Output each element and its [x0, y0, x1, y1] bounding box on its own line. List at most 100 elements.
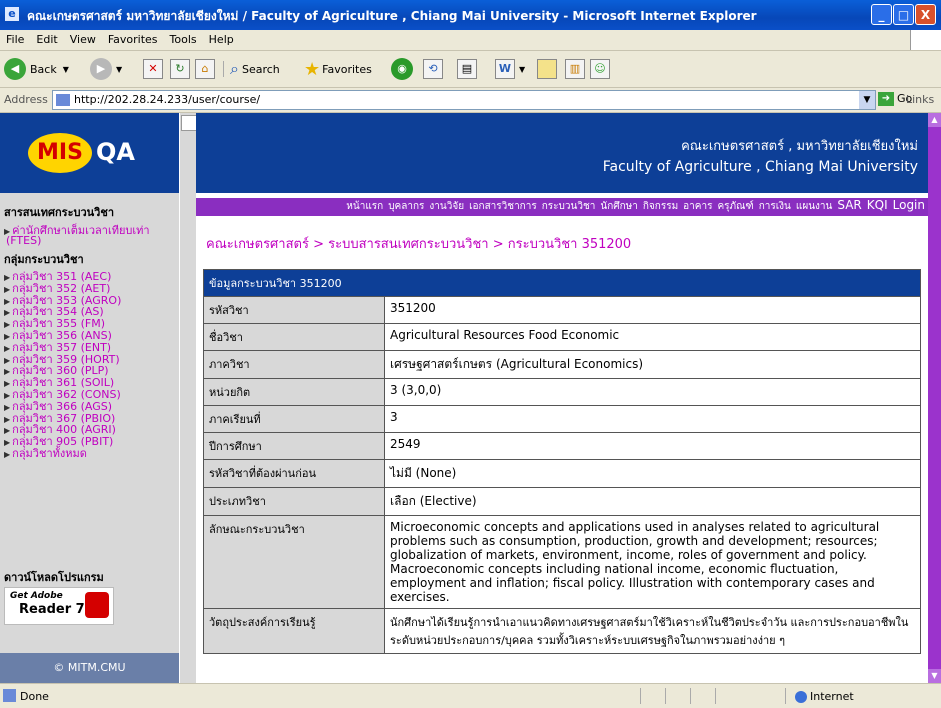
- adobe-reader-badge[interactable]: Get Adobe Reader 7.0: [4, 587, 114, 625]
- forward-dropdown-icon[interactable]: ▼: [116, 65, 122, 74]
- search-label: Search: [241, 62, 280, 76]
- page-icon: [56, 94, 70, 106]
- nav-link[interactable]: บุคลากร: [388, 201, 424, 212]
- status-separator: [665, 688, 666, 704]
- sidebar-scrollbar[interactable]: [179, 113, 197, 683]
- edit-dropdown-icon[interactable]: ▼: [519, 65, 525, 74]
- close-button[interactable]: X: [915, 4, 936, 25]
- minimize-button[interactable]: _: [871, 4, 892, 25]
- course-field-value: เศรษฐศาสตร์เกษตร (Agricultural Economics…: [384, 350, 921, 379]
- banner-english-title: Faculty of Agriculture , Chiang Mai Univ…: [602, 159, 918, 175]
- course-field-label: ชื่อวิชา: [203, 323, 385, 351]
- table-row: ภาคเรียนที่ 3: [203, 405, 921, 433]
- table-row: รหัสวิชา 351200: [203, 296, 921, 324]
- sidebar-group-link[interactable]: ▶ กลุ่มวิชาทั้งหมด: [4, 444, 87, 462]
- course-info-table: ข้อมูลกระบวนวิชา 351200 รหัสวิชา 351200 ชื…: [203, 269, 921, 654]
- search-button[interactable]: ⌕ Search: [230, 57, 280, 81]
- faculty-banner: คณะเกษตรศาสตร์ , มหาวิทยาลัยเชียงใหม่ Fa…: [196, 113, 928, 193]
- main-scrollbar[interactable]: ▲ ▼: [928, 113, 941, 683]
- favorites-label: Favorites: [322, 62, 372, 76]
- toolbar-separator: [223, 61, 224, 77]
- nav-link[interactable]: งานวิจัย: [429, 201, 464, 212]
- nav-link[interactable]: Login: [893, 198, 925, 212]
- scroll-down-icon[interactable]: ▼: [928, 669, 941, 683]
- menu-bar: File Edit View Favorites Tools Help: [0, 30, 941, 51]
- menu-help[interactable]: Help: [203, 30, 240, 49]
- course-field-label: หน่วยกิต: [203, 378, 385, 406]
- research-button[interactable]: ▥: [565, 57, 585, 81]
- nav-link[interactable]: SAR: [837, 198, 861, 212]
- menu-tools[interactable]: Tools: [164, 30, 203, 49]
- back-arrow-icon: ◀: [4, 58, 26, 80]
- menu-file[interactable]: File: [0, 30, 30, 49]
- menu-edit[interactable]: Edit: [30, 30, 63, 49]
- windows-flag-icon: [910, 30, 941, 50]
- qa-logo-text: QA: [96, 138, 135, 166]
- refresh-button[interactable]: ↻: [170, 57, 190, 81]
- star-icon: ★: [304, 58, 321, 80]
- sidebar-section-course-info: สารสนเทศกระบวนวิชา: [4, 206, 114, 219]
- favorites-button[interactable]: ★ Favorites: [304, 57, 372, 81]
- maximize-button[interactable]: □: [893, 4, 914, 25]
- status-text: Done: [20, 690, 49, 703]
- go-arrow-icon: ➜: [878, 92, 894, 106]
- messenger-button[interactable]: ☺: [590, 57, 610, 81]
- nav-link[interactable]: แผนงาน: [796, 201, 832, 212]
- course-field-label: รหัสวิชาที่ต้องผ่านก่อน: [203, 459, 385, 488]
- discuss-button[interactable]: [537, 57, 557, 81]
- table-row: ชื่อวิชา Agricultural Resources Food Econ…: [203, 323, 921, 351]
- reader-get-label: Get Adobe: [10, 591, 63, 601]
- course-field-value: นักศึกษาได้เรียนรู้การนำเอาแนวคิดทางเศรษ…: [384, 608, 921, 654]
- messenger-icon: ☺: [590, 59, 610, 79]
- status-separator: [640, 688, 641, 704]
- bullet-icon: ▶: [4, 450, 11, 459]
- menu-favorites[interactable]: Favorites: [102, 30, 164, 49]
- home-button[interactable]: ⌂: [195, 57, 215, 81]
- window-titlebar: e คณะเกษตรศาสตร์ มหาวิทยาลัยเชียงใหม่ / …: [0, 0, 941, 30]
- address-dropdown-icon[interactable]: ▼: [859, 91, 875, 109]
- course-field-value: Agricultural Resources Food Economic: [384, 323, 921, 351]
- media-icon: ◉: [391, 58, 413, 80]
- nav-link[interactable]: เอกสารวิชาการ: [469, 201, 537, 212]
- breadcrumb[interactable]: คณะเกษตรศาสตร์ > ระบบสารสนเทศกระบวนวิชา …: [206, 233, 631, 254]
- table-row: ลักษณะกระบวนวิชา Microeconomic concepts a…: [203, 515, 921, 609]
- address-label: Address: [4, 93, 48, 106]
- back-dropdown-icon[interactable]: ▼: [63, 65, 69, 74]
- forward-button[interactable]: ▶ ▼: [90, 57, 122, 81]
- internet-zone-label: Internet: [810, 690, 854, 703]
- nav-link[interactable]: KQI: [867, 198, 888, 212]
- nav-link[interactable]: หน้าแรก: [346, 201, 383, 212]
- sidebar-section-course-groups: กลุ่มกระบวนวิชา: [4, 253, 84, 266]
- printer-icon: ▤: [457, 59, 477, 79]
- mis-logo-text: MIS: [28, 133, 92, 173]
- status-separator: [690, 688, 691, 704]
- links-button[interactable]: Links: [906, 93, 934, 106]
- menu-view[interactable]: View: [64, 30, 102, 49]
- mis-qa-logo: MIS QA: [0, 113, 179, 193]
- scrollbar-thumb[interactable]: [181, 115, 197, 131]
- history-button[interactable]: ⟲: [423, 57, 443, 81]
- nav-link[interactable]: นักศึกษา: [600, 201, 638, 212]
- course-field-value: 351200: [384, 296, 921, 324]
- forward-arrow-icon: ▶: [90, 58, 112, 80]
- adobe-logo-icon: [85, 592, 109, 618]
- nav-link[interactable]: ครุภัณฑ์: [717, 201, 753, 212]
- back-button[interactable]: ◀ Back ▼: [4, 57, 69, 81]
- course-field-value: เลือก (Elective): [384, 487, 921, 516]
- scroll-up-icon[interactable]: ▲: [928, 113, 941, 127]
- address-bar: Address http://202.28.24.233/user/course…: [0, 88, 941, 113]
- sidebar-link-ftes-abbr[interactable]: (FTES): [6, 234, 41, 247]
- address-input[interactable]: http://202.28.24.233/user/course/ ▼: [52, 90, 876, 110]
- nav-link[interactable]: กระบวนวิชา: [542, 201, 596, 212]
- stop-icon: ✕: [143, 59, 163, 79]
- nav-link[interactable]: กิจกรรม: [643, 201, 678, 212]
- ie-icon: e: [5, 7, 19, 21]
- edit-button[interactable]: W ▼: [495, 57, 525, 81]
- nav-link[interactable]: การเงิน: [759, 201, 791, 212]
- window-title: คณะเกษตรศาสตร์ มหาวิทยาลัยเชียงใหม่ / Fa…: [27, 9, 757, 23]
- stop-button[interactable]: ✕: [143, 57, 163, 81]
- media-button[interactable]: ◉: [391, 57, 413, 81]
- history-icon: ⟲: [423, 59, 443, 79]
- print-button[interactable]: ▤: [457, 57, 477, 81]
- nav-link[interactable]: อาคาร: [683, 201, 712, 212]
